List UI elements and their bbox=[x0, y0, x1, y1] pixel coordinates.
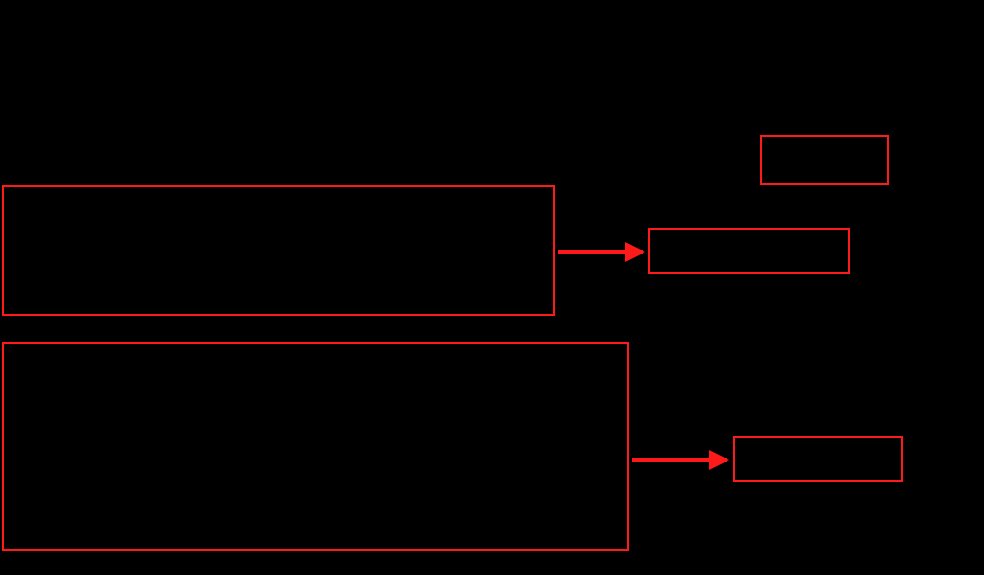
arrow-icon bbox=[558, 250, 643, 254]
annotation-label-box-2 bbox=[733, 436, 903, 482]
annotation-box-block1 bbox=[2, 185, 555, 316]
arrow-icon bbox=[632, 458, 727, 462]
annotation-box-wwwlist bbox=[760, 135, 889, 185]
annotation-label-box-1 bbox=[648, 228, 850, 274]
annotation-box-block2 bbox=[2, 342, 629, 551]
